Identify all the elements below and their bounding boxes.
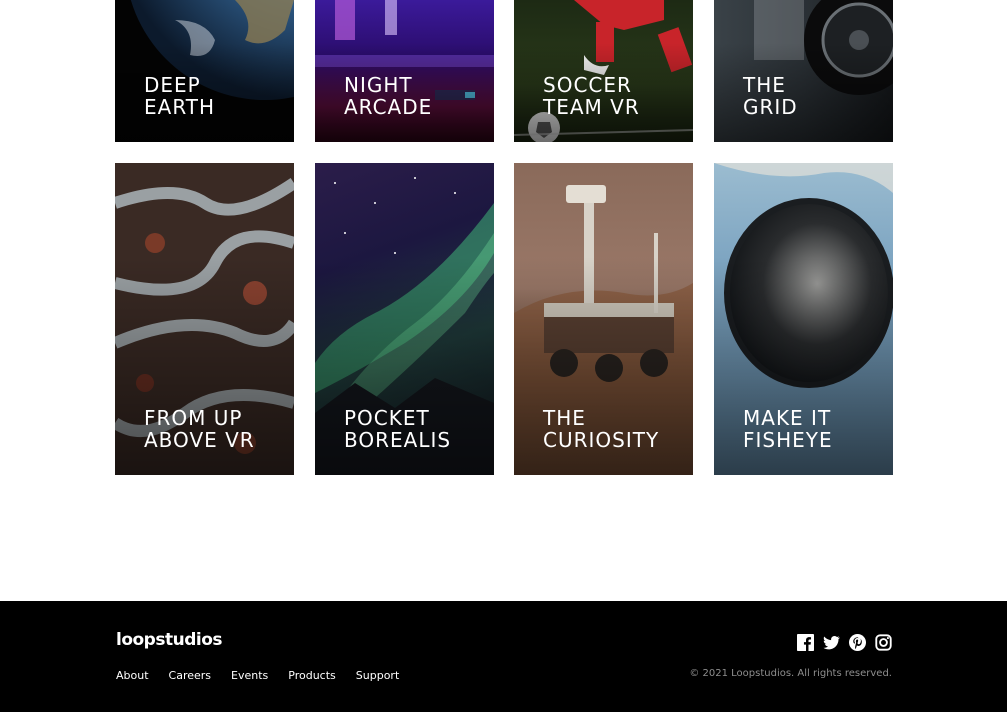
card-pocket-borealis[interactable]: POCKET BOREALIS [315, 163, 494, 475]
title-line: SOCCER [543, 73, 632, 97]
footer-link-careers[interactable]: Careers [169, 669, 212, 682]
title-line: POCKET [344, 406, 430, 430]
title-line: NIGHT [344, 73, 413, 97]
footer-nav: About Careers Events Products Support [116, 669, 419, 682]
title-line: EARTH [144, 95, 216, 119]
card-night-arcade[interactable]: NIGHT ARCADE [315, 0, 494, 142]
copyright-text: © 2021 Loopstudios. All rights reserved. [689, 668, 892, 679]
footer-link-products[interactable]: Products [288, 669, 336, 682]
card-title: DEEP EARTH [144, 74, 215, 118]
card-shade [714, 42, 893, 142]
twitter-icon[interactable] [823, 634, 840, 651]
title-line: FISHEYE [743, 428, 833, 452]
title-line: GRID [743, 95, 798, 119]
card-title: POCKET BOREALIS [344, 407, 451, 451]
title-line: DEEP [144, 73, 201, 97]
title-line: FROM UP [144, 406, 243, 430]
facebook-icon[interactable] [797, 634, 814, 651]
site-footer: loopstudios About Careers Events Product… [0, 601, 1007, 712]
footer-logo[interactable]: loopstudios [116, 630, 223, 650]
footer-link-events[interactable]: Events [231, 669, 268, 682]
title-line: ABOVE VR [144, 428, 255, 452]
title-line: THE [743, 73, 786, 97]
card-title: THE CURIOSITY [543, 407, 659, 451]
card-the-grid[interactable]: THE GRID [714, 0, 893, 142]
title-line: TEAM VR [543, 95, 640, 119]
title-line: ARCADE [344, 95, 433, 119]
card-the-curiosity[interactable]: THE CURIOSITY [514, 163, 693, 475]
card-title: THE GRID [743, 74, 798, 118]
title-line: MAKE IT [743, 406, 832, 430]
pinterest-icon[interactable] [849, 634, 866, 651]
card-title: MAKE IT FISHEYE [743, 407, 833, 451]
card-deep-earth[interactable]: DEEP EARTH [115, 0, 294, 142]
card-soccer-team-vr[interactable]: SOCCER TEAM VR [514, 0, 693, 142]
social-links [788, 634, 892, 651]
card-title: SOCCER TEAM VR [543, 74, 640, 118]
footer-link-support[interactable]: Support [356, 669, 399, 682]
card-make-it-fisheye[interactable]: MAKE IT FISHEYE [714, 163, 893, 475]
card-title: FROM UP ABOVE VR [144, 407, 255, 451]
title-line: BOREALIS [344, 428, 452, 452]
title-line: CURIOSITY [543, 428, 660, 452]
card-from-up-above-vr[interactable]: FROM UP ABOVE VR [115, 163, 294, 475]
card-title: NIGHT ARCADE [344, 74, 432, 118]
footer-link-about[interactable]: About [116, 669, 149, 682]
instagram-icon[interactable] [875, 634, 892, 651]
creations-grid: DEEP EARTH NIGHT ARCADE SOCCER TEAM VR T… [0, 0, 1007, 600]
title-line: THE [543, 406, 586, 430]
